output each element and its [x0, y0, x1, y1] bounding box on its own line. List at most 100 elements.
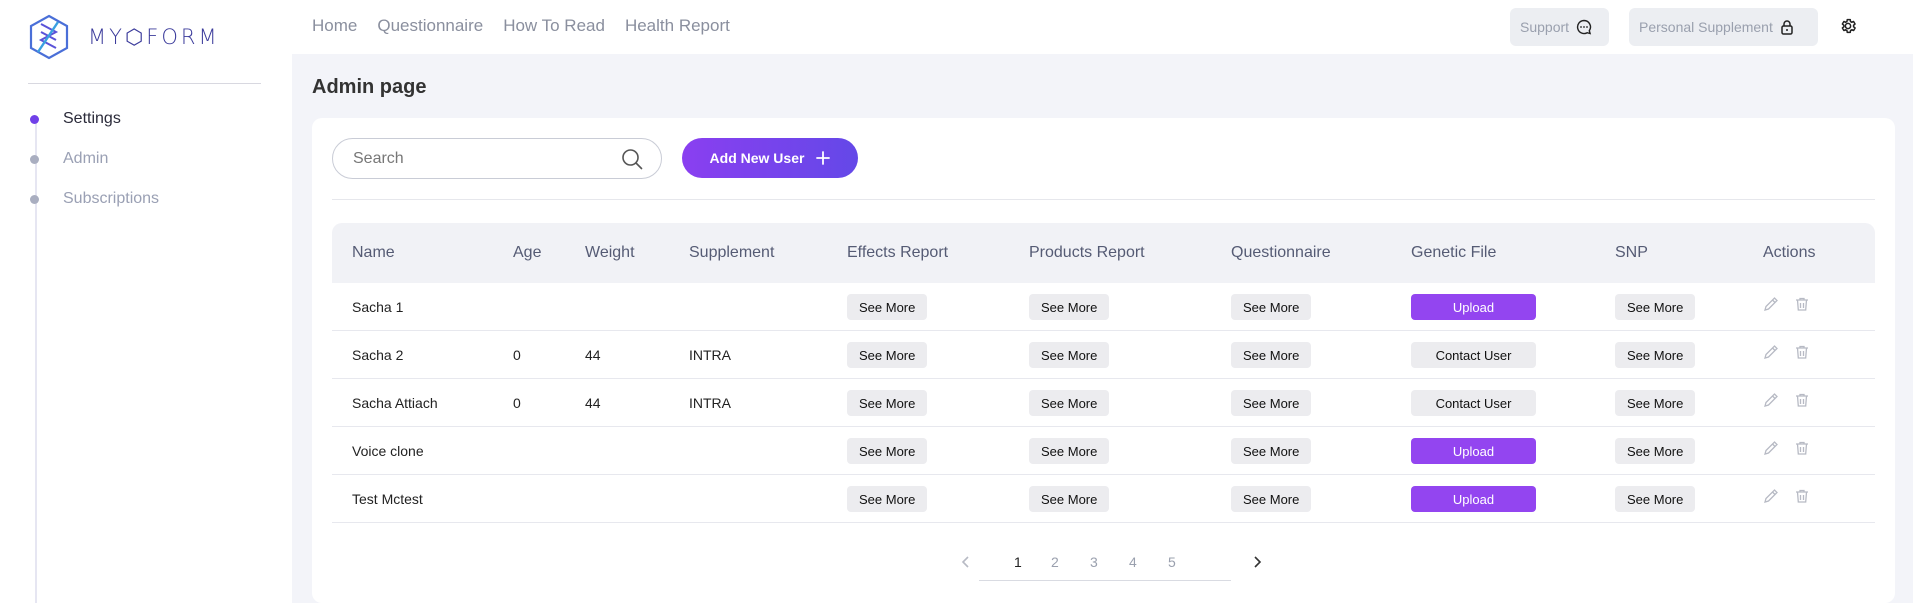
page-2-button[interactable]: 2 — [1051, 554, 1059, 570]
table-row: Sacha 1 See More See More See More Uploa… — [332, 283, 1875, 331]
products-report-see-more-button[interactable]: See More — [1029, 438, 1110, 464]
column-header-products-report: Products Report — [1029, 244, 1145, 261]
sidebar-item-label: Settings — [63, 110, 121, 127]
chevron-right-icon[interactable] — [1251, 555, 1263, 569]
questionnaire-see-more-button[interactable]: See More — [1231, 390, 1312, 416]
questionnaire-see-more-button[interactable]: See More — [1231, 438, 1312, 464]
cell-name: Sacha 2 — [352, 347, 404, 363]
page-3-button[interactable]: 3 — [1090, 554, 1098, 570]
personal-supplement-label: Personal Supplement — [1639, 19, 1773, 35]
edit-icon[interactable] — [1763, 440, 1779, 456]
lock-icon — [1781, 20, 1793, 35]
trash-icon[interactable] — [1794, 488, 1810, 504]
effects-report-see-more-button[interactable]: See More — [847, 342, 928, 368]
cell-supplement: INTRA — [689, 395, 731, 411]
trash-icon[interactable] — [1794, 296, 1810, 312]
snp-see-more-button[interactable]: See More — [1615, 342, 1696, 368]
column-header-genetic-file: Genetic File — [1411, 244, 1497, 261]
search-icon[interactable] — [621, 148, 643, 170]
cell-name: Sacha 1 — [352, 299, 404, 315]
edit-icon[interactable] — [1763, 392, 1779, 408]
table-row: Test Mctest See More See More See More U… — [332, 475, 1875, 523]
table-header: Name Age Weight Supplement Effects Repor… — [332, 223, 1875, 283]
search-box[interactable] — [332, 138, 662, 179]
column-header-weight: Weight — [585, 244, 635, 261]
products-report-see-more-button[interactable]: See More — [1029, 486, 1110, 512]
cell-name: Test Mctest — [352, 491, 423, 507]
effects-report-see-more-button[interactable]: See More — [847, 294, 928, 320]
pagination-divider — [979, 580, 1231, 581]
genetic-file-contact-user-button[interactable]: Contact User — [1411, 342, 1536, 368]
trash-icon[interactable] — [1794, 440, 1810, 456]
card-divider — [332, 199, 1875, 200]
cell-age: 0 — [513, 395, 521, 411]
chevron-left-icon[interactable] — [960, 555, 972, 569]
nav-link-questionnaire[interactable]: Questionnaire — [377, 16, 483, 36]
page-title: Admin page — [312, 76, 427, 98]
questionnaire-see-more-button[interactable]: See More — [1231, 342, 1312, 368]
cell-weight: 44 — [585, 347, 601, 363]
column-header-age: Age — [513, 244, 542, 261]
table-row: Voice clone See More See More See More U… — [332, 427, 1875, 475]
nav-link-health-report[interactable]: Health Report — [625, 16, 730, 36]
sidebar-item-settings[interactable]: Settings — [30, 110, 121, 128]
active-dot-icon — [30, 114, 39, 124]
genetic-file-upload-button[interactable]: Upload — [1411, 294, 1536, 320]
products-report-see-more-button[interactable]: See More — [1029, 390, 1110, 416]
cell-name: Sacha Attiach — [352, 395, 438, 411]
add-user-button[interactable]: Add New User — [682, 138, 858, 178]
nav-link-how-to-read[interactable]: How To Read — [503, 16, 605, 36]
column-header-actions: Actions — [1763, 244, 1816, 261]
effects-report-see-more-button[interactable]: See More — [847, 438, 928, 464]
pagination: 1 2 3 4 5 — [332, 544, 1875, 584]
sidebar-item-subscriptions[interactable]: Subscriptions — [30, 190, 159, 208]
sidebar: MY⬡FORM Settings Admin Subscriptions — [0, 0, 292, 603]
support-label: Support — [1520, 19, 1570, 35]
questionnaire-see-more-button[interactable]: See More — [1231, 294, 1312, 320]
gear-icon[interactable] — [1839, 17, 1857, 35]
sidebar-item-admin[interactable]: Admin — [30, 150, 108, 168]
edit-icon[interactable] — [1763, 344, 1779, 360]
table-row: Sacha Attiach 0 44 INTRA See More See Mo… — [332, 379, 1875, 427]
column-header-effects-report: Effects Report — [847, 244, 949, 261]
support-button[interactable]: Support — [1510, 8, 1609, 46]
snp-see-more-button[interactable]: See More — [1615, 390, 1696, 416]
column-header-name: Name — [352, 244, 395, 261]
users-table: Name Age Weight Supplement Effects Repor… — [332, 223, 1875, 523]
brand-name: MY⬡FORM — [88, 25, 220, 49]
column-header-supplement: Supplement — [689, 244, 775, 261]
page-4-button[interactable]: 4 — [1129, 554, 1137, 570]
personal-supplement-button[interactable]: Personal Supplement — [1629, 8, 1818, 46]
column-header-snp: SNP — [1615, 244, 1648, 261]
snp-see-more-button[interactable]: See More — [1615, 486, 1696, 512]
search-input[interactable] — [353, 149, 621, 168]
dot-icon — [30, 154, 39, 164]
products-report-see-more-button[interactable]: See More — [1029, 294, 1110, 320]
products-report-see-more-button[interactable]: See More — [1029, 342, 1110, 368]
brand-logo[interactable]: MY⬡FORM — [28, 14, 220, 60]
page-1-button[interactable]: 1 — [1014, 554, 1022, 570]
top-nav: Home Questionnaire How To Read Health Re… — [312, 16, 750, 36]
snp-see-more-button[interactable]: See More — [1615, 294, 1696, 320]
cell-age: 0 — [513, 347, 521, 363]
genetic-file-contact-user-button[interactable]: Contact User — [1411, 390, 1536, 416]
cell-weight: 44 — [585, 395, 601, 411]
edit-icon[interactable] — [1763, 296, 1779, 312]
edit-icon[interactable] — [1763, 488, 1779, 504]
effects-report-see-more-button[interactable]: See More — [847, 390, 928, 416]
sidebar-item-label: Subscriptions — [63, 190, 160, 207]
main-content: Admin page Add New User Name Age Weight … — [292, 54, 1913, 603]
trash-icon[interactable] — [1794, 392, 1810, 408]
trash-icon[interactable] — [1794, 344, 1810, 360]
nav-link-home[interactable]: Home — [312, 16, 357, 36]
effects-report-see-more-button[interactable]: See More — [847, 486, 928, 512]
cell-supplement: INTRA — [689, 347, 731, 363]
genetic-file-upload-button[interactable]: Upload — [1411, 438, 1536, 464]
page-5-button[interactable]: 5 — [1168, 554, 1176, 570]
chat-icon — [1576, 19, 1592, 35]
plus-icon — [816, 151, 831, 165]
snp-see-more-button[interactable]: See More — [1615, 438, 1696, 464]
top-header: Home Questionnaire How To Read Health Re… — [292, 0, 1913, 54]
genetic-file-upload-button[interactable]: Upload — [1411, 486, 1536, 512]
questionnaire-see-more-button[interactable]: See More — [1231, 486, 1312, 512]
